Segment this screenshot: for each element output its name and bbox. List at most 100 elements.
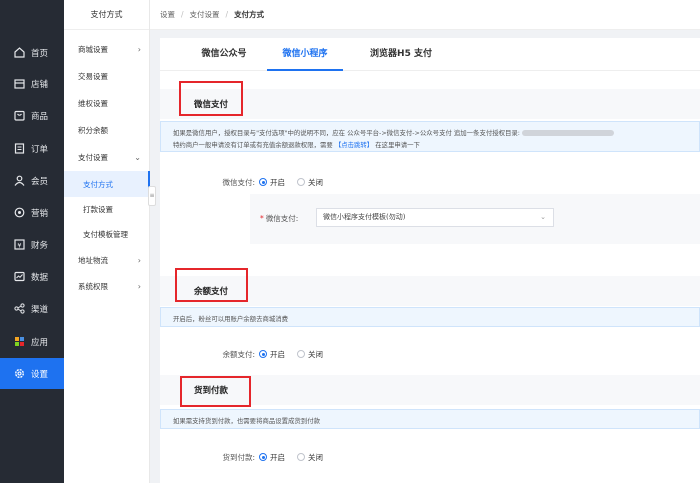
nav-item-settings[interactable]: 设置 [0, 358, 64, 389]
nav-item-member[interactable]: 会员 [0, 165, 64, 196]
breadcrumb-current: 支付方式 [234, 10, 265, 19]
tab-wechat-official[interactable]: 微信公众号 [186, 38, 262, 71]
nav-item-store[interactable]: 店铺 [0, 68, 64, 99]
nav-label: 应用 [31, 337, 49, 348]
submenu-item-payment-template[interactable]: 支付模板管理 [64, 221, 150, 247]
nav-label: 渠道 [31, 304, 49, 315]
nav-label: 首页 [31, 48, 49, 59]
submenu-item-payment-settings[interactable]: 支付设置 ⌄ [64, 144, 150, 170]
marketing-icon [14, 207, 25, 218]
submenu-label: 打款设置 [83, 204, 113, 214]
wechat-pay-toggle: 微信支付: 开启 关闭 [160, 175, 335, 189]
primary-nav: 首页 店铺 商品 订单 会员 营销 ¥ 财务 数据 渠道 应用 设置 [0, 0, 64, 483]
radio-unchecked-icon [297, 453, 305, 461]
svg-text:¥: ¥ [17, 241, 21, 249]
submenu-label: 支付方式 [83, 179, 113, 189]
nav-item-data[interactable]: 数据 [0, 261, 64, 292]
field-label: 微信支付: [222, 177, 255, 187]
goods-icon [14, 110, 25, 121]
submenu-item-trade-settings[interactable]: 交易设置 [64, 63, 150, 89]
nav-label: 财务 [31, 240, 49, 251]
radio-checked-icon [259, 350, 267, 358]
submenu-label: 维权设置 [78, 98, 108, 108]
notice-text: 开启后，粉丝可以用账户余额去商城消费 [173, 315, 289, 323]
balance-notice: 开启后，粉丝可以用账户余额去商城消费 [160, 307, 700, 327]
settings-submenu: 支付方式 商城设置 › 交易设置 维权设置 积分余额 支付设置 ⌄ 支付方式 打… [64, 0, 150, 483]
home-icon [14, 47, 25, 58]
radio-unchecked-icon [297, 350, 305, 358]
payment-tabs: 微信公众号 微信小程序 浏览器H5 支付 [160, 38, 700, 71]
submenu-item-address-logistics[interactable]: 地址物流 › [64, 247, 150, 273]
submenu-item-mall-settings[interactable]: 商城设置 › [64, 36, 150, 62]
field-label: 货到付款: [222, 452, 255, 462]
radio-on[interactable]: 开启 [259, 349, 285, 360]
wechat-notice: 如果是微信用户，授权目录与"支付选项"中的说明不同，应在 公众号平台->微信支付… [160, 121, 700, 152]
radio-on[interactable]: 开启 [259, 452, 285, 463]
nav-item-apps[interactable]: 应用 [0, 326, 64, 357]
nav-item-order[interactable]: 订单 [0, 133, 64, 164]
cod-notice: 如果需支持货到付款，也需要将商品设置成货到付款 [160, 409, 700, 429]
nav-label: 店铺 [31, 79, 49, 90]
submenu-item-payout-settings[interactable]: 打款设置 [64, 196, 150, 222]
radio-checked-icon [259, 178, 267, 186]
nav-label: 订单 [31, 144, 49, 155]
order-icon [14, 143, 25, 154]
radio-label: 开启 [270, 349, 285, 359]
submenu-label: 支付模板管理 [83, 229, 128, 239]
template-select[interactable]: 微信小程序支付模板(勿动) ⌄ [316, 208, 554, 227]
nav-label: 会员 [31, 176, 49, 187]
apply-link[interactable]: 【点击跳转】 [335, 141, 373, 149]
tab-wechat-miniprogram[interactable]: 微信小程序 [267, 38, 343, 71]
store-icon [14, 78, 25, 89]
field-label: 余额支付: [222, 349, 255, 359]
nav-item-home[interactable]: 首页 [0, 37, 64, 68]
radio-label: 关闭 [308, 349, 323, 359]
nav-label: 设置 [31, 369, 49, 380]
notice-text: 特约商户一般申请没有订单或有充值余额退款权限，需要 [173, 141, 333, 149]
radio-off[interactable]: 关闭 [297, 349, 323, 360]
submenu-item-rights-settings[interactable]: 维权设置 [64, 90, 150, 116]
highlight-box [175, 268, 248, 302]
submenu-label: 商城设置 [78, 44, 108, 54]
submenu-label: 支付设置 [78, 152, 108, 162]
submenu-label: 系统权限 [78, 281, 108, 291]
nav-item-marketing[interactable]: 营销 [0, 197, 64, 228]
radio-unchecked-icon [297, 178, 305, 186]
field-label: 微信支付: [265, 214, 299, 223]
nav-item-goods[interactable]: 商品 [0, 100, 64, 131]
nav-label: 数据 [31, 272, 49, 283]
notice-text: 在这里申请一下 [375, 141, 420, 149]
radio-off[interactable]: 关闭 [297, 452, 323, 463]
collapse-handle[interactable]: ≡ [148, 186, 156, 206]
settings-icon [14, 368, 25, 379]
radio-off[interactable]: 关闭 [297, 177, 323, 188]
main-panel: 微信公众号 微信小程序 浏览器H5 支付 微信支付 如果是微信用户，授权目录与"… [160, 38, 700, 483]
radio-label: 关闭 [308, 452, 323, 462]
chevron-right-icon: › [137, 255, 141, 265]
breadcrumb-separator: / [181, 10, 184, 19]
cod-toggle: 货到付款: 开启 关闭 [160, 450, 335, 464]
chevron-down-icon: ⌄ [540, 213, 546, 221]
nav-item-finance[interactable]: ¥ 财务 [0, 229, 64, 260]
chevron-right-icon: › [137, 281, 141, 291]
submenu-item-points-balance[interactable]: 积分余额 [64, 117, 150, 143]
member-icon [14, 175, 25, 186]
breadcrumb-item[interactable]: 支付设置 [190, 9, 220, 20]
breadcrumb-separator: / [225, 10, 229, 19]
submenu-item-system-permissions[interactable]: 系统权限 › [64, 273, 150, 299]
submenu-title: 支付方式 [64, 0, 149, 30]
apps-icon [14, 336, 25, 347]
template-field-label: * 微信支付: [260, 214, 299, 223]
radio-on[interactable]: 开启 [259, 177, 285, 188]
notice-text: 如果需支持货到付款，也需要将商品设置成货到付款 [173, 417, 320, 425]
channel-icon [14, 303, 25, 314]
balance-pay-toggle: 余额支付: 开启 关闭 [160, 347, 335, 361]
tab-browser-h5[interactable]: 浏览器H5 支付 [353, 38, 449, 71]
highlight-box [179, 81, 243, 116]
nav-label: 商品 [31, 111, 49, 122]
nav-item-channel[interactable]: 渠道 [0, 293, 64, 324]
submenu-label: 地址物流 [78, 255, 108, 265]
breadcrumb-item[interactable]: 设置 [160, 9, 175, 20]
breadcrumb: 设置 / 支付设置 / 支付方式 [150, 0, 700, 30]
submenu-item-payment-methods[interactable]: 支付方式 [64, 171, 150, 197]
